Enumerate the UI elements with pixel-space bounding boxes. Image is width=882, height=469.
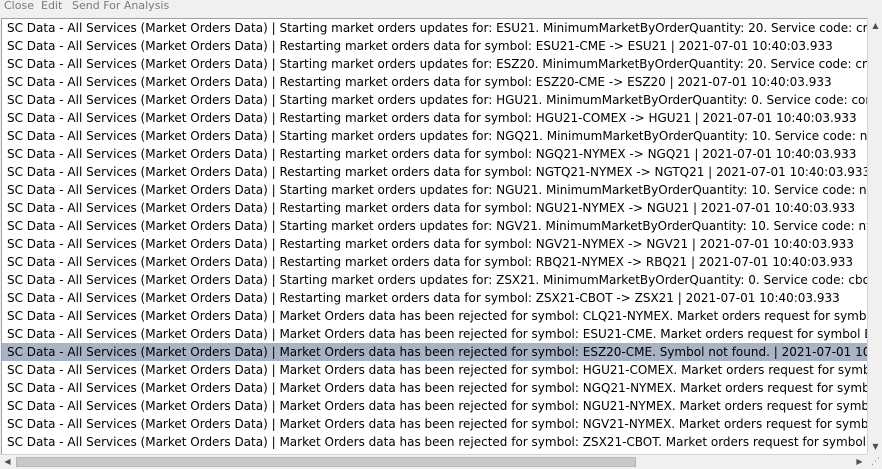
- resize-grip-icon[interactable]: ⋰: [870, 457, 880, 467]
- log-line[interactable]: SC Data - All Services (Market Orders Da…: [2, 19, 868, 37]
- log-line[interactable]: SC Data - All Services (Market Orders Da…: [2, 127, 868, 145]
- log-line[interactable]: SC Data - All Services (Market Orders Da…: [2, 325, 868, 343]
- scrollbar-corner: ⋰: [867, 454, 882, 469]
- log-line[interactable]: SC Data - All Services (Market Orders Da…: [2, 217, 868, 235]
- scroll-down-icon[interactable]: ▼: [868, 439, 882, 454]
- log-line[interactable]: SC Data - All Services (Market Orders Da…: [2, 289, 868, 307]
- menu-edit[interactable]: Edit: [41, 0, 62, 12]
- message-log-list[interactable]: SC Data - All Services (Market Orders Da…: [1, 18, 868, 455]
- menu-close[interactable]: Close: [4, 0, 34, 12]
- scroll-left-icon[interactable]: ◀: [0, 455, 15, 469]
- log-line[interactable]: SC Data - All Services (Market Orders Da…: [2, 379, 868, 397]
- log-line[interactable]: SC Data - All Services (Market Orders Da…: [2, 433, 868, 451]
- log-line-selected[interactable]: SC Data - All Services (Market Orders Da…: [2, 343, 868, 361]
- scroll-right-icon[interactable]: ▶: [852, 455, 867, 469]
- log-line[interactable]: SC Data - All Services (Market Orders Da…: [2, 181, 868, 199]
- log-line[interactable]: SC Data - All Services (Market Orders Da…: [2, 361, 868, 379]
- log-line[interactable]: SC Data - All Services (Market Orders Da…: [2, 397, 868, 415]
- horizontal-scroll-thumb[interactable]: [16, 457, 636, 467]
- menu-send-for-analysis[interactable]: Send For Analysis: [72, 0, 169, 12]
- log-line[interactable]: SC Data - All Services (Market Orders Da…: [2, 73, 868, 91]
- log-line[interactable]: SC Data - All Services (Market Orders Da…: [2, 91, 868, 109]
- log-line[interactable]: SC Data - All Services (Market Orders Da…: [2, 253, 868, 271]
- log-line[interactable]: SC Data - All Services (Market Orders Da…: [2, 307, 868, 325]
- log-line[interactable]: SC Data - All Services (Market Orders Da…: [2, 235, 868, 253]
- log-line[interactable]: SC Data - All Services (Market Orders Da…: [2, 37, 868, 55]
- horizontal-scrollbar[interactable]: ◀ ▶: [0, 454, 867, 469]
- scroll-up-icon[interactable]: ▲: [868, 18, 882, 33]
- log-line[interactable]: SC Data - All Services (Market Orders Da…: [2, 109, 868, 127]
- log-line[interactable]: SC Data - All Services (Market Orders Da…: [2, 415, 868, 433]
- vertical-scrollbar[interactable]: ▲ ▼: [867, 18, 882, 454]
- log-line[interactable]: SC Data - All Services (Market Orders Da…: [2, 271, 868, 289]
- log-line[interactable]: SC Data - All Services (Market Orders Da…: [2, 163, 868, 181]
- log-line[interactable]: SC Data - All Services (Market Orders Da…: [2, 145, 868, 163]
- log-line[interactable]: SC Data - All Services (Market Orders Da…: [2, 55, 868, 73]
- menu-bar: Close Edit Send For Analysis: [0, 0, 882, 18]
- log-line[interactable]: SC Data - All Services (Market Orders Da…: [2, 199, 868, 217]
